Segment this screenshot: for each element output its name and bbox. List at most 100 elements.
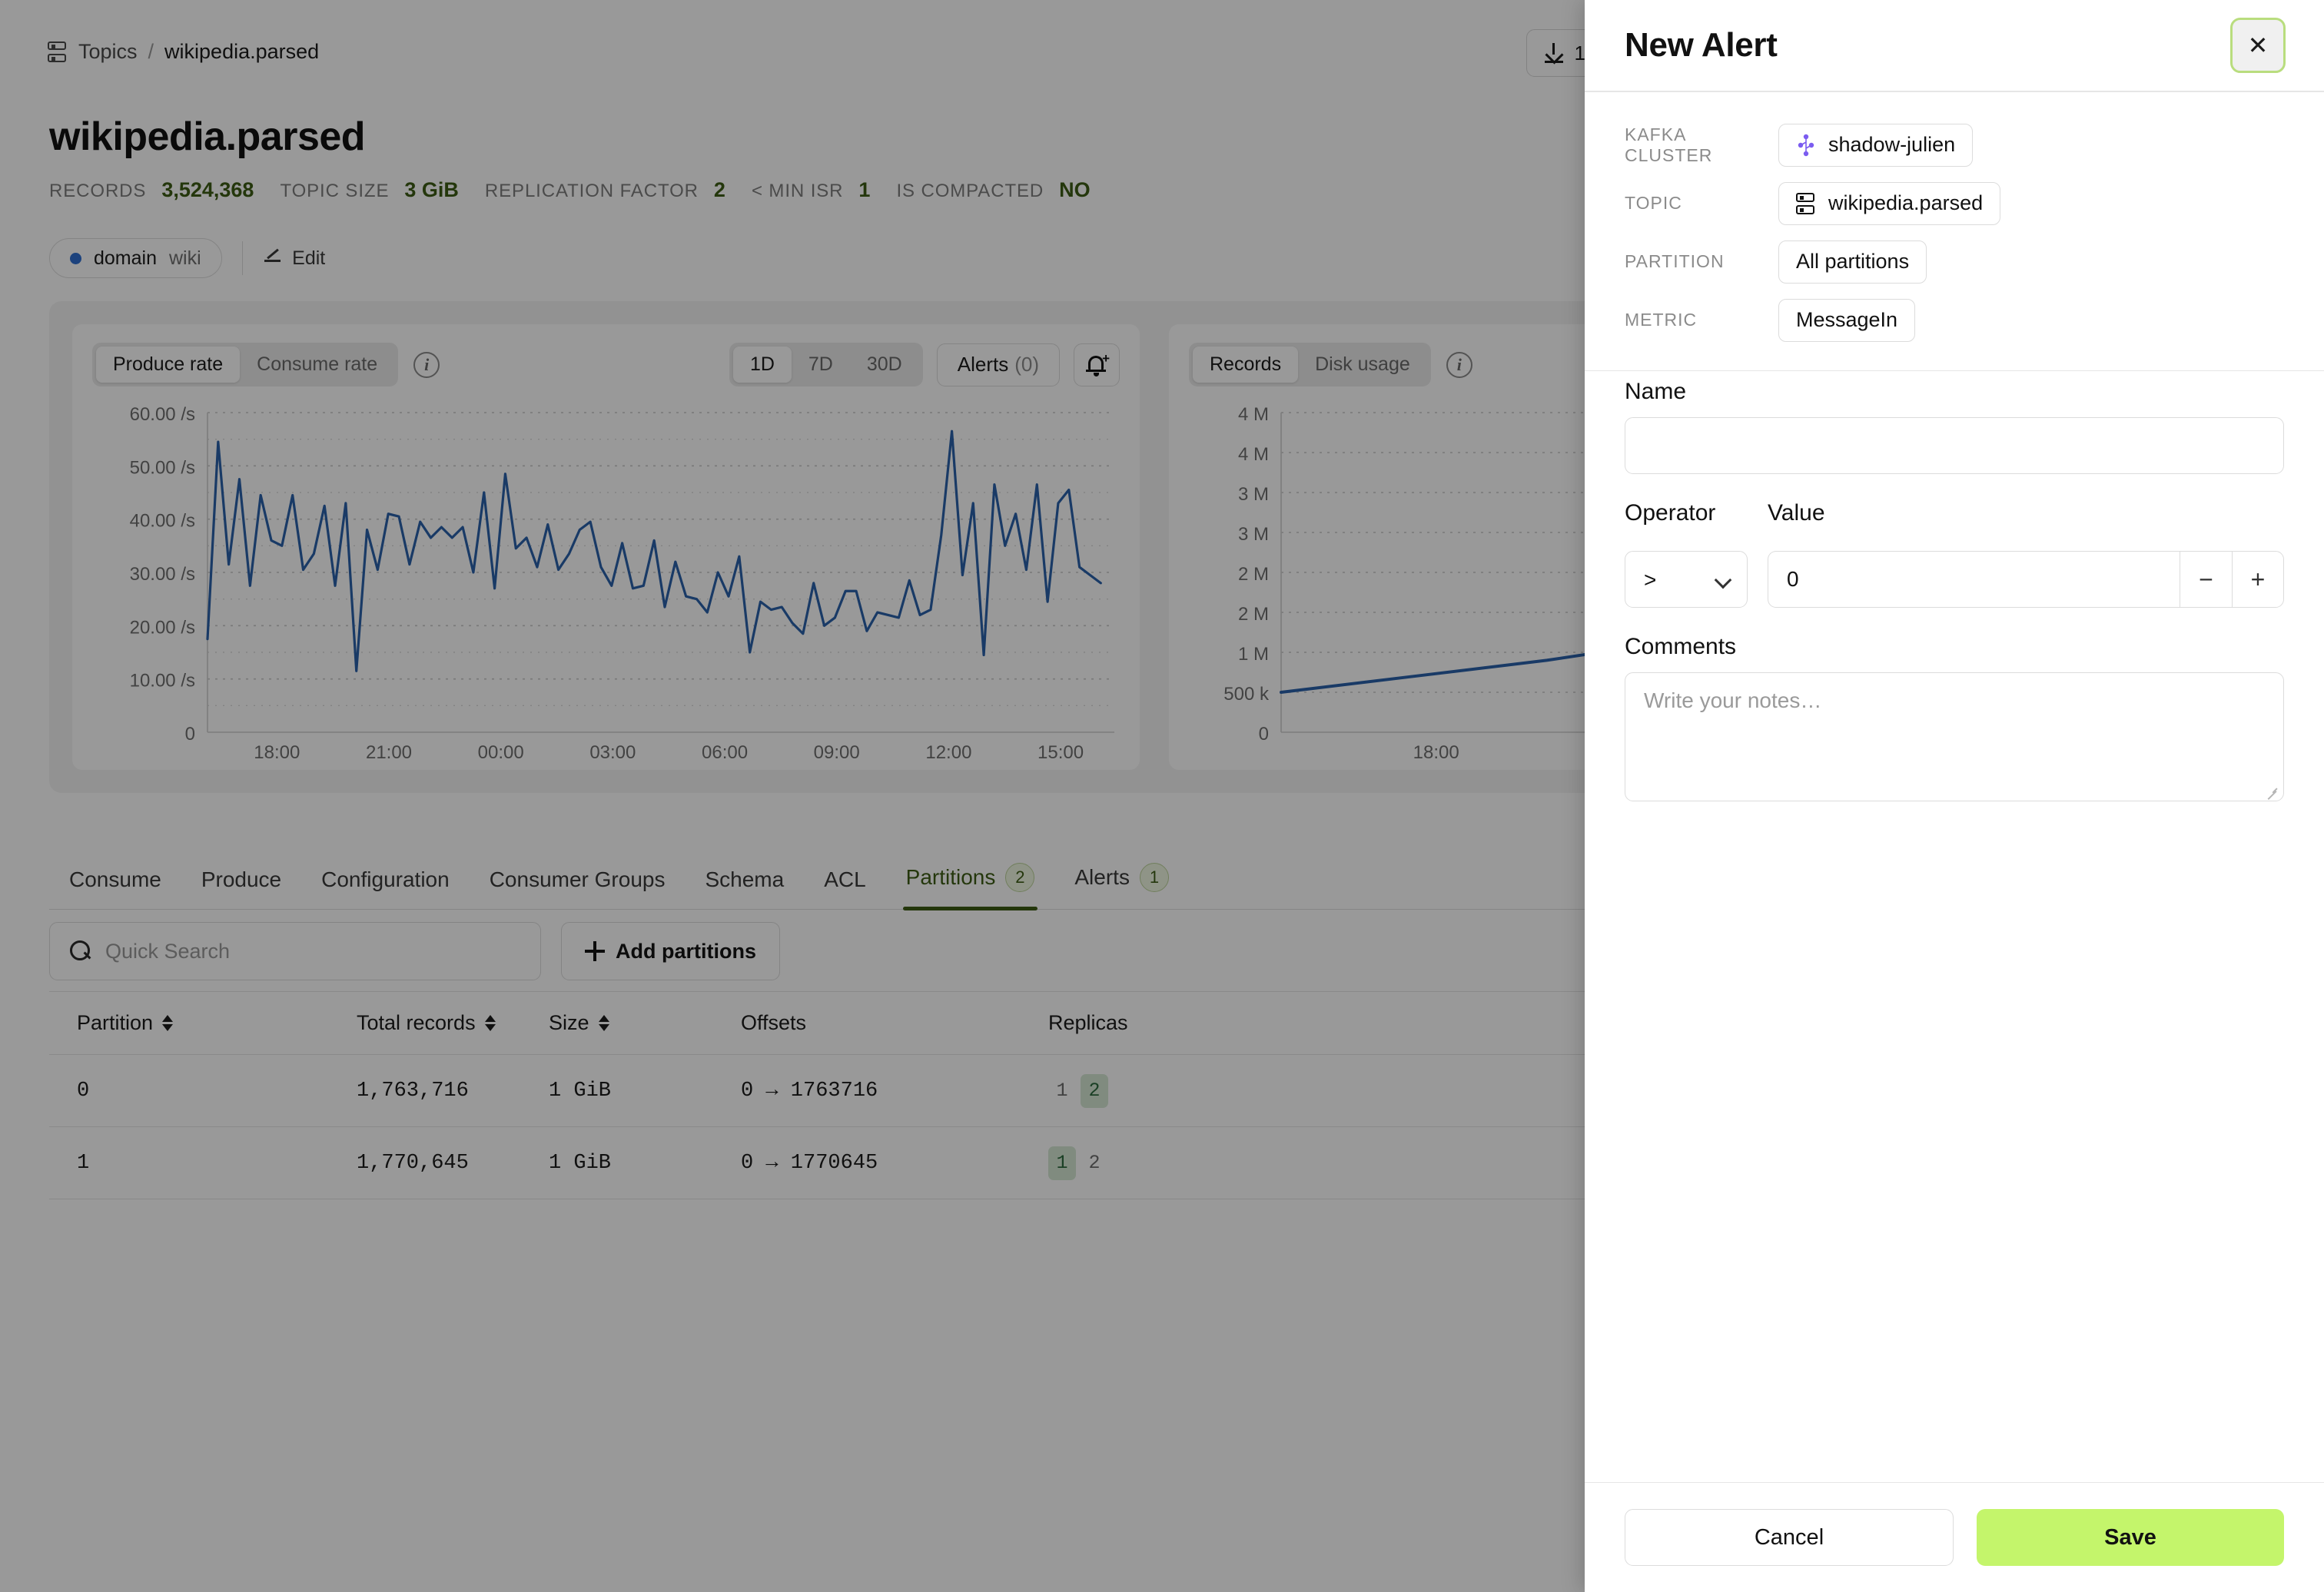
col-size[interactable]: Size (549, 1011, 741, 1035)
save-button[interactable]: Save (1977, 1509, 2284, 1566)
name-label: Name (1625, 379, 1687, 404)
topic-stats: RECORDS 3,524,368 TOPIC SIZE 3 GiB REPLI… (49, 178, 1117, 202)
comments-field[interactable] (1625, 672, 2284, 801)
svg-text:4 M: 4 M (1238, 406, 1269, 425)
sort-icon[interactable] (162, 1015, 174, 1031)
sort-icon[interactable] (484, 1015, 496, 1031)
operator-select[interactable]: > (1625, 551, 1748, 608)
tab-consume-rate[interactable]: Consume rate (240, 347, 394, 383)
svg-text:0: 0 (1259, 724, 1269, 745)
replica-badge: 2 (1088, 1152, 1101, 1174)
tab-consumer-groups[interactable]: Consumer Groups (470, 867, 686, 909)
comments-group: Comments (1625, 634, 2284, 805)
produce-rate-chart-card: Produce rate Consume rate i 1D 7D 30D Al… (72, 324, 1140, 770)
col-label: Total records (357, 1011, 476, 1034)
tab-produce[interactable]: Produce (181, 867, 301, 909)
tab-disk-usage[interactable]: Disk usage (1298, 347, 1427, 383)
cell-replicas: 1 2 (1048, 1146, 1279, 1180)
drawer-footer: Cancel Save (1585, 1483, 2324, 1592)
search-box[interactable]: Quick Search (49, 922, 541, 980)
search-input[interactable]: Quick Search (105, 940, 230, 963)
partition-chip[interactable]: All partitions (1778, 240, 1927, 284)
col-label: Replicas (1048, 1011, 1128, 1034)
range-30d[interactable]: 30D (850, 347, 919, 383)
cell-partition: 0 (77, 1079, 90, 1103)
svg-text:3 M: 3 M (1238, 484, 1269, 505)
breadcrumb-separator: / (148, 40, 154, 63)
svg-text:06:00: 06:00 (702, 742, 748, 763)
col-label: Partition (77, 1011, 154, 1034)
range-1d[interactable]: 1D (732, 347, 792, 383)
meta-row-partition: PARTITION All partitions (1625, 238, 2284, 286)
kafka-cluster-chip[interactable]: shadow-julien (1778, 123, 1974, 167)
produce-chart-header: Produce rate Consume rate i 1D 7D 30D Al… (92, 343, 1120, 386)
breadcrumb: Topics / wikipedia.parsed (48, 40, 319, 64)
cell-size: 1 GiB (549, 1079, 612, 1103)
value-label: Value (1768, 500, 1825, 526)
tab-label: Consume (69, 867, 161, 891)
edit-tags-button[interactable]: Edit (263, 247, 325, 270)
info-icon[interactable]: i (1446, 351, 1472, 378)
col-replicas: Replicas (1048, 1011, 1279, 1035)
close-icon[interactable]: ✕ (2230, 18, 2286, 73)
tab-label: Alerts (1074, 865, 1130, 889)
topic-icon (1796, 192, 1816, 215)
svg-text:50.00 /s: 50.00 /s (130, 457, 195, 478)
svg-text:12:00: 12:00 (925, 742, 971, 763)
tag-key: domain (94, 247, 157, 269)
topic-tag[interactable]: domain wiki (49, 238, 222, 278)
meta-row-topic: TOPIC wikipedia.parsed (1625, 180, 2284, 227)
alerts-button[interactable]: Alerts (0) (936, 343, 1060, 386)
cancel-button[interactable]: Cancel (1625, 1509, 1954, 1566)
tab-alerts[interactable]: Alerts 1 (1054, 863, 1189, 909)
stat-label-topic-size: TOPIC SIZE (280, 181, 390, 201)
produce-consume-toggle[interactable]: Produce rate Consume rate (92, 343, 399, 386)
new-alert-drawer: New Alert ✕ KAFKA CLUSTER shadow-julien (1585, 0, 2324, 1592)
search-icon (70, 940, 91, 962)
tab-produce-rate[interactable]: Produce rate (96, 347, 241, 383)
meta-label-topic: TOPIC (1625, 193, 1682, 213)
tab-schema[interactable]: Schema (685, 867, 804, 909)
meta-label-kafka-cluster: KAFKA CLUSTER (1625, 124, 1713, 165)
tab-acl[interactable]: ACL (804, 867, 885, 909)
add-partitions-button[interactable]: Add partitions (561, 922, 780, 980)
alert-context: KAFKA CLUSTER shadow-julien TOPIC wikipe… (1585, 92, 2324, 370)
value-increment-button[interactable]: + (2232, 551, 2284, 608)
cell-total-records: 1,763,716 (357, 1079, 469, 1103)
stat-label-is-compacted: IS COMPACTED (896, 181, 1044, 201)
add-alert-button[interactable]: + (1074, 343, 1120, 386)
tab-configuration[interactable]: Configuration (301, 867, 470, 909)
tab-consume[interactable]: Consume (49, 867, 181, 909)
time-range-toggle[interactable]: 1D 7D 30D (729, 343, 923, 386)
metric-chip[interactable]: MessageIn (1778, 298, 1916, 342)
download-icon (1544, 43, 1564, 63)
svg-text:60.00 /s: 60.00 /s (130, 406, 195, 425)
svg-text:09:00: 09:00 (814, 742, 860, 763)
col-partition[interactable]: Partition (49, 1011, 357, 1035)
svg-text:03:00: 03:00 (589, 742, 636, 763)
value-field[interactable] (1768, 551, 2180, 608)
tab-partitions[interactable]: Partitions 2 (886, 863, 1055, 910)
svg-text:00:00: 00:00 (478, 742, 524, 763)
alerts-button-count: (0) (1014, 353, 1039, 376)
col-total-records[interactable]: Total records (357, 1011, 549, 1035)
tab-label: ACL (824, 867, 866, 891)
name-field[interactable] (1625, 417, 2284, 474)
svg-text:30.00 /s: 30.00 /s (130, 564, 195, 585)
page-title: wikipedia.parsed (49, 114, 366, 159)
svg-text:40.00 /s: 40.00 /s (130, 511, 195, 532)
svg-text:2 M: 2 M (1238, 564, 1269, 585)
download-count: 1 (1574, 41, 1585, 65)
breadcrumb-topics-link[interactable]: Topics (78, 40, 138, 64)
tab-records[interactable]: Records (1193, 347, 1299, 383)
records-diskusage-toggle[interactable]: Records Disk usage (1189, 343, 1431, 386)
value-decrement-button[interactable]: − (2180, 551, 2232, 608)
range-7d[interactable]: 7D (792, 347, 850, 383)
alerts-button-label: Alerts (957, 353, 1009, 376)
partitions-toolbar: Quick Search Add partitions (49, 922, 780, 980)
sort-icon[interactable] (598, 1015, 609, 1031)
info-icon[interactable]: i (413, 351, 440, 378)
topic-chip[interactable]: wikipedia.parsed (1778, 181, 2001, 225)
stat-label-min-isr: < MIN ISR (751, 181, 844, 201)
alert-form: Name Operator Value > 0 − + Comments Wri… (1585, 371, 2324, 831)
